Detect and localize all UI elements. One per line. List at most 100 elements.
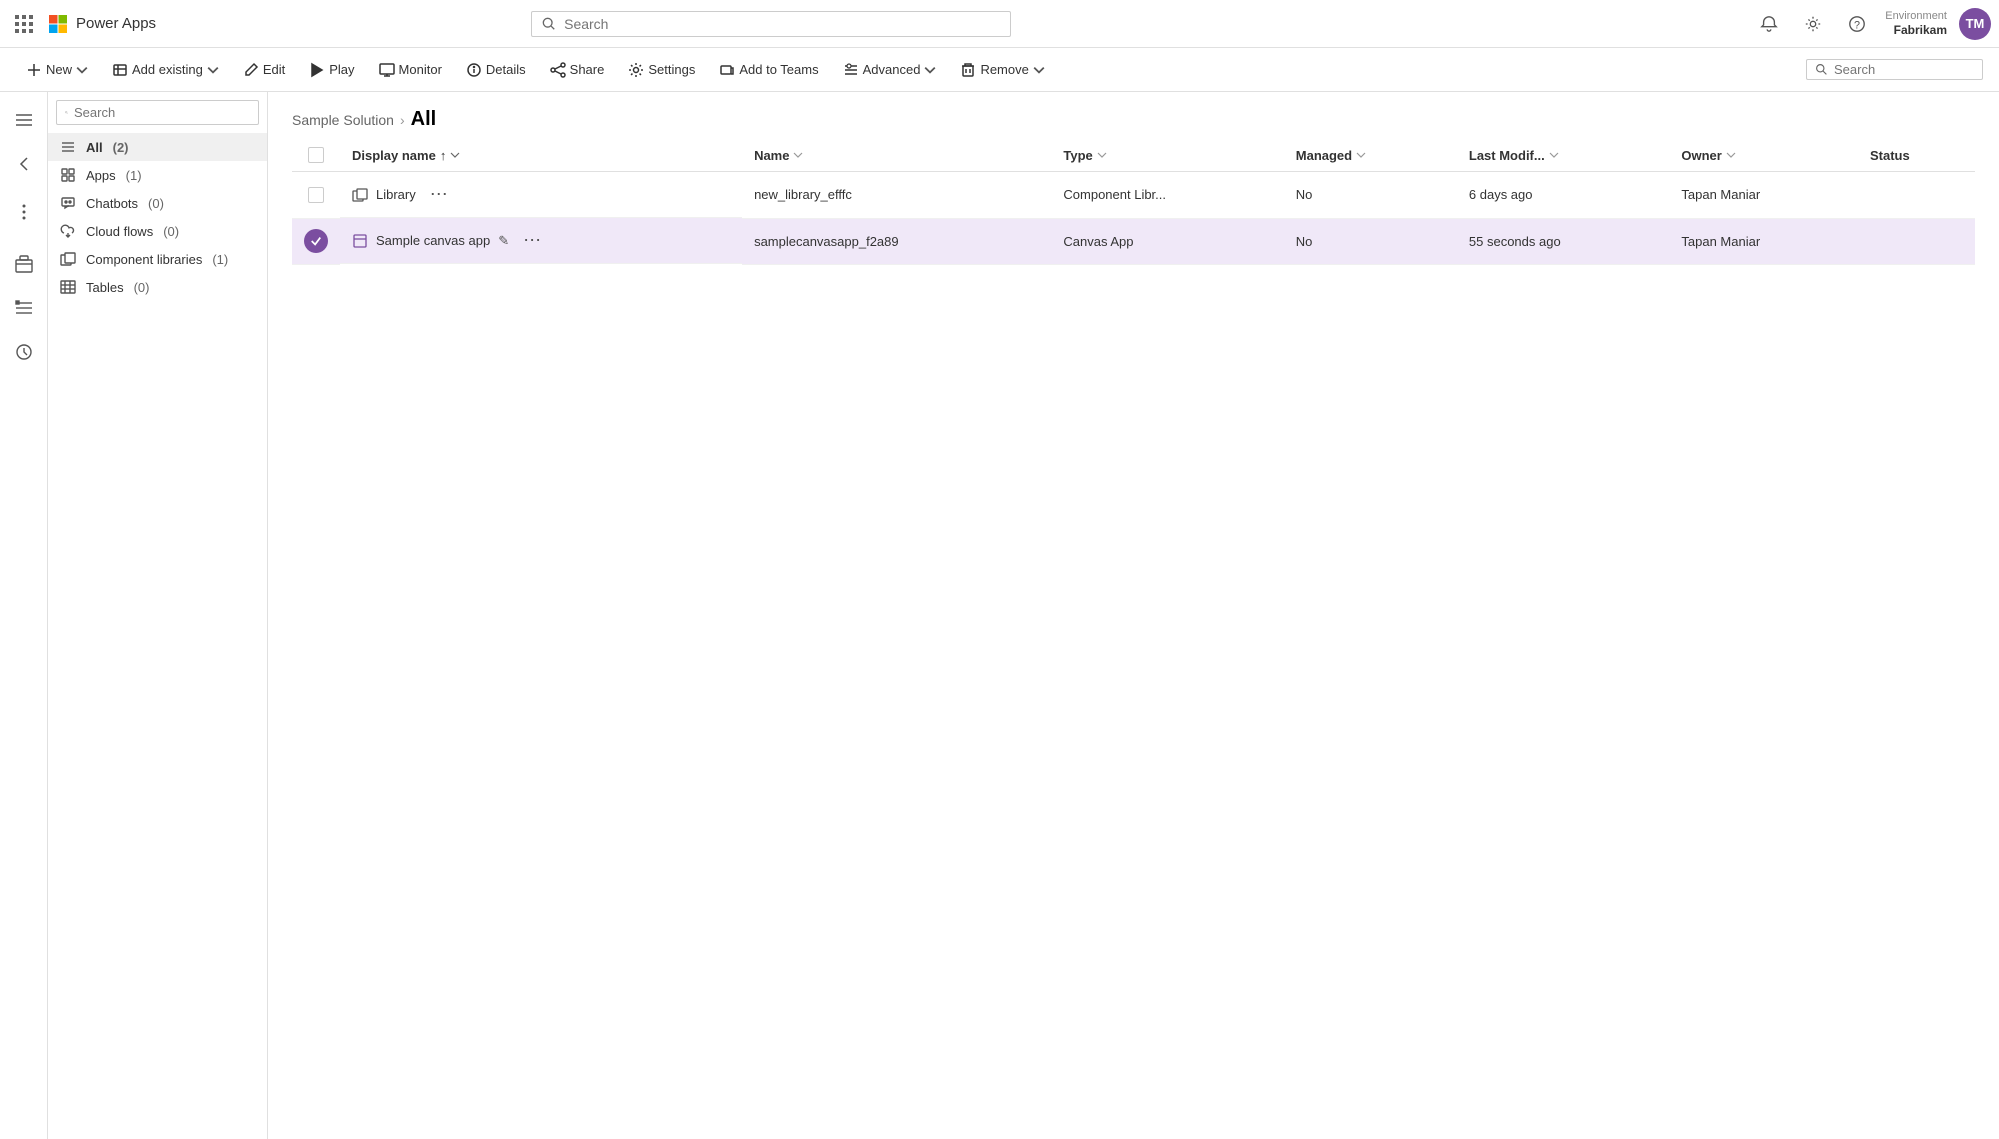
add-to-teams-button[interactable]: Add to Teams: [709, 58, 828, 82]
col-header-name[interactable]: Name: [742, 139, 1051, 172]
breadcrumb-current: All: [411, 108, 437, 131]
sidebar-item-cloud-flows-label: Cloud flows: [86, 224, 153, 239]
row-checkbox-canvas[interactable]: [292, 218, 340, 264]
environment-name: Fabrikam: [1894, 23, 1947, 39]
sidebar-item-all[interactable]: All (2): [48, 133, 267, 161]
library-row-icon: [352, 187, 368, 203]
sidebar-search-box[interactable]: [56, 100, 259, 125]
type-sort-icon[interactable]: [1097, 151, 1107, 159]
last-modified-sort-icon[interactable]: [1549, 151, 1559, 159]
monitor-button[interactable]: Monitor: [369, 58, 452, 82]
content-area: Sample Solution › All Display name ↑: [268, 92, 1999, 1139]
canvas-owner-cell: Tapan Maniar: [1669, 218, 1858, 264]
breadcrumb-separator: ›: [400, 112, 405, 128]
back-icon[interactable]: [4, 144, 44, 184]
col-header-last-modified[interactable]: Last Modif...: [1457, 139, 1670, 172]
canvas-status-cell: [1858, 218, 1975, 264]
canvas-last-modified-cell: 55 seconds ago: [1457, 218, 1670, 264]
table-row: Sample canvas app ✎ ⋯ samplecanvasapp_f2…: [292, 218, 1975, 264]
canvas-row-icon: [352, 233, 368, 249]
sidebar-item-chatbots-label: Chatbots: [86, 196, 138, 211]
sidebar-item-component-libraries[interactable]: Component libraries (1): [48, 245, 267, 273]
sidebar-item-all-count: (2): [113, 140, 129, 155]
help-icon[interactable]: ?: [1841, 8, 1873, 40]
advanced-button[interactable]: Advanced: [833, 58, 947, 82]
table-body: Library ⋯ new_library_efffc Component Li…: [292, 172, 1975, 265]
topbar: Power Apps ? Environment Fabrikam TM: [0, 0, 1999, 48]
sidebar-item-cloud-flows[interactable]: Cloud flows (0): [48, 217, 267, 245]
sidebar-item-apps[interactable]: Apps (1): [48, 161, 267, 189]
remove-button[interactable]: Remove: [950, 58, 1054, 82]
hamburger-icon[interactable]: [4, 100, 44, 140]
details-button[interactable]: Details: [456, 58, 536, 82]
sidebar: All (2) Apps (1) Chatbots (0) Cloud flow…: [48, 92, 268, 1139]
topbar-search-input[interactable]: [564, 16, 1000, 32]
sidebar-search-input[interactable]: [74, 105, 250, 120]
col-header-managed[interactable]: Managed: [1284, 139, 1457, 172]
canvas-type-cell: Canvas App: [1051, 218, 1283, 264]
canvas-display-name-cell: Sample canvas app ✎ ⋯: [340, 218, 742, 264]
left-rail: [0, 92, 48, 1139]
commandbar: New Add existing Edit Play Monitor Detai…: [0, 48, 1999, 92]
add-existing-button[interactable]: Add existing: [102, 58, 229, 82]
sidebar-nav: All (2) Apps (1) Chatbots (0) Cloud flow…: [48, 133, 267, 301]
sidebar-item-component-libraries-count: (1): [212, 252, 228, 267]
row-checkbox-library[interactable]: [292, 172, 340, 219]
play-button[interactable]: Play: [299, 58, 364, 82]
sidebar-item-tables-label: Tables: [86, 280, 124, 295]
sort-toggle-icon[interactable]: [450, 151, 460, 159]
owner-sort-icon[interactable]: [1726, 151, 1736, 159]
new-button[interactable]: New: [16, 58, 98, 82]
select-all-header[interactable]: [292, 139, 340, 172]
sort-asc-icon: ↑: [440, 148, 447, 163]
canvas-row-actions[interactable]: ⋯: [517, 228, 547, 253]
settings-button[interactable]: Settings: [618, 58, 705, 82]
name-sort-icon[interactable]: [793, 151, 803, 159]
more-icon[interactable]: [4, 192, 44, 232]
select-all-checkbox[interactable]: [308, 147, 324, 163]
library-managed-cell: No: [1284, 172, 1457, 219]
app-name: Power Apps: [76, 15, 156, 32]
col-header-display-name[interactable]: Display name ↑: [340, 139, 742, 172]
breadcrumb-parent[interactable]: Sample Solution: [292, 112, 394, 128]
breadcrumb: Sample Solution › All: [268, 92, 1999, 139]
environment-label: Environment: [1885, 9, 1947, 23]
sidebar-item-tables[interactable]: Tables (0): [48, 273, 267, 301]
edit-button[interactable]: Edit: [233, 58, 295, 82]
col-header-status[interactable]: Status: [1858, 139, 1975, 172]
sidebar-item-all-label: All: [86, 140, 103, 155]
main-layout: All (2) Apps (1) Chatbots (0) Cloud flow…: [0, 92, 1999, 1139]
library-type-cell: Component Libr...: [1051, 172, 1283, 219]
sidebar-item-chatbots[interactable]: Chatbots (0): [48, 189, 267, 217]
history-icon[interactable]: [4, 332, 44, 372]
sidebar-item-cloud-flows-count: (0): [163, 224, 179, 239]
row-select-library[interactable]: [308, 187, 324, 203]
user-avatar[interactable]: TM: [1959, 8, 1991, 40]
canvas-edit-icon[interactable]: ✎: [498, 233, 509, 249]
environment-selector[interactable]: Environment Fabrikam: [1885, 9, 1947, 39]
sidebar-item-component-libraries-label: Component libraries: [86, 252, 202, 267]
svg-text:?: ?: [1854, 19, 1860, 31]
commandbar-search-input[interactable]: [1834, 62, 1974, 77]
settings-topbar-icon[interactable]: [1797, 8, 1829, 40]
sidebar-item-tables-count: (0): [134, 280, 150, 295]
row-selected-indicator: [304, 229, 328, 253]
list-icon[interactable]: [4, 288, 44, 328]
share-button[interactable]: Share: [540, 58, 615, 82]
table-header: Display name ↑ Name: [292, 139, 1975, 172]
col-header-type[interactable]: Type: [1051, 139, 1283, 172]
library-row-actions[interactable]: ⋯: [424, 182, 454, 207]
canvas-name-cell: samplecanvasapp_f2a89: [742, 218, 1051, 264]
solutions-icon[interactable]: [4, 244, 44, 284]
sidebar-item-chatbots-count: (0): [148, 196, 164, 211]
sidebar-item-apps-label: Apps: [86, 168, 116, 183]
commandbar-search-box[interactable]: [1806, 59, 1983, 80]
waffle-icon[interactable]: [8, 8, 40, 40]
microsoft-logo: Power Apps: [48, 14, 156, 34]
sidebar-item-apps-count: (1): [126, 168, 142, 183]
data-table: Display name ↑ Name: [268, 139, 1999, 1139]
notification-icon[interactable]: [1753, 8, 1785, 40]
managed-sort-icon[interactable]: [1356, 151, 1366, 159]
col-header-owner[interactable]: Owner: [1669, 139, 1858, 172]
topbar-search-box[interactable]: [531, 11, 1011, 37]
